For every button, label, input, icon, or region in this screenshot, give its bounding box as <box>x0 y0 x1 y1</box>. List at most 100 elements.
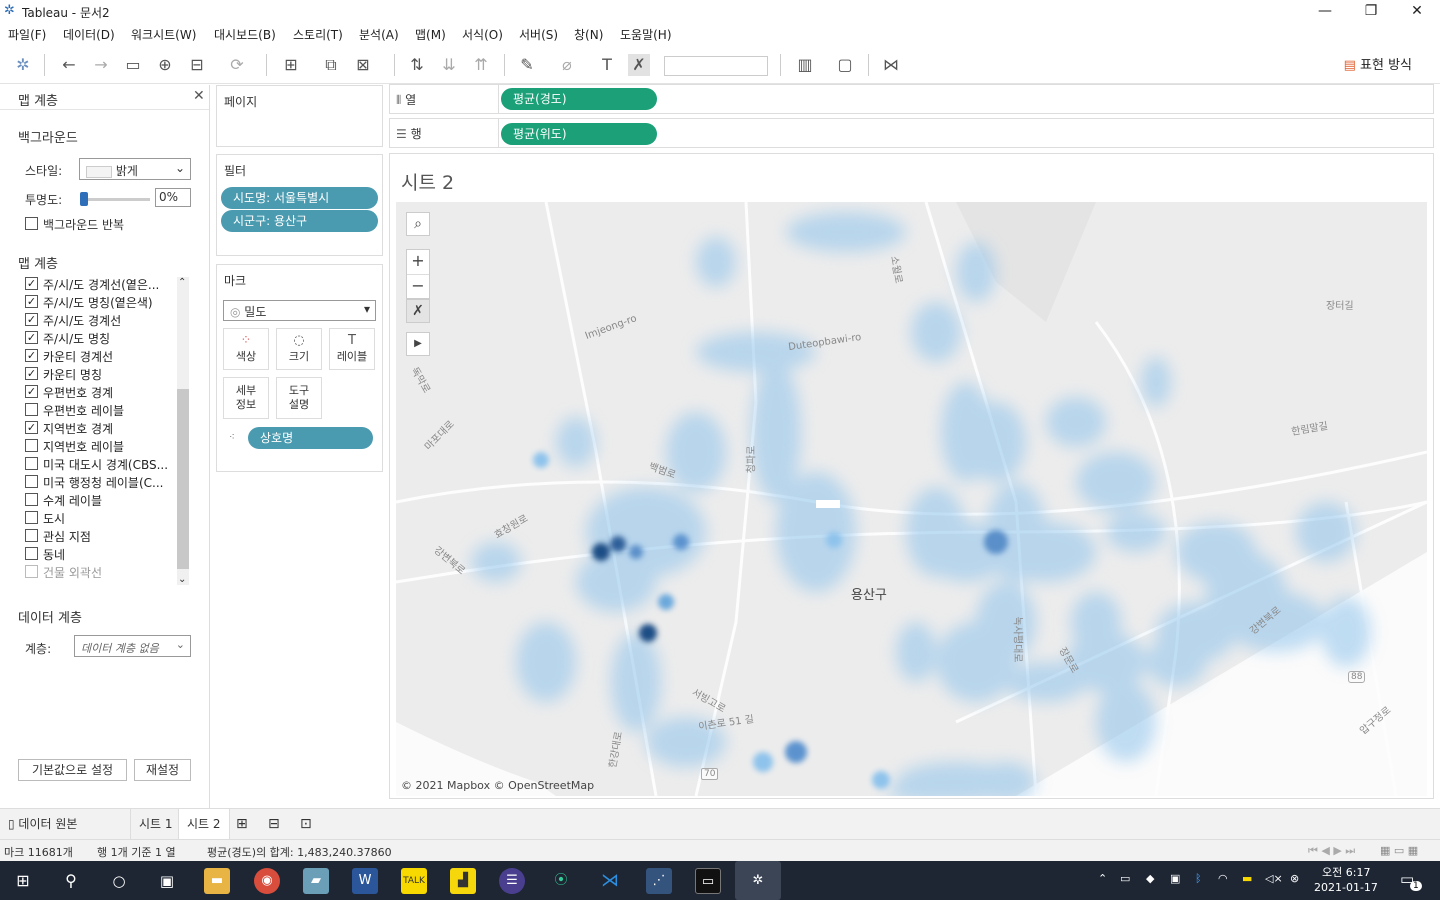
refresh-icon[interactable]: ⟳ <box>226 54 248 76</box>
share-icon[interactable]: ⋈ <box>880 54 902 76</box>
map-search-icon[interactable]: ⌕ <box>406 212 430 236</box>
columns-pill[interactable]: 평균(경도) <box>501 88 657 110</box>
layer-checkbox[interactable]: ✓ <box>25 421 38 434</box>
redo-icon[interactable]: → <box>90 54 112 76</box>
menu-data[interactable]: 데이터(D) <box>63 26 115 43</box>
layers-scrollbar[interactable]: ⌃ ⌄ <box>177 277 189 585</box>
sort-desc-icon[interactable]: ⇈ <box>470 54 492 76</box>
layer-checkbox[interactable]: ✓ <box>25 277 38 290</box>
scroll-down-icon[interactable]: ⌄ <box>178 574 186 585</box>
tray-chevron-icon[interactable]: ⌃ <box>1098 872 1107 885</box>
group-icon[interactable]: ⌀ <box>556 54 578 76</box>
layer-checkbox[interactable]: ✓ <box>25 313 38 326</box>
pages-card[interactable]: 페이지 <box>216 85 383 147</box>
menu-map[interactable]: 맵(M) <box>415 26 446 43</box>
menu-file[interactable]: 파일(F) <box>8 26 46 43</box>
fix-axes-icon[interactable]: ✗ <box>628 54 650 76</box>
tableau-taskbar-icon[interactable]: ✲ <box>735 861 781 900</box>
field-pill-store-name[interactable]: 상호명 <box>248 427 373 449</box>
tray-app-icon[interactable]: ▣ <box>1170 872 1180 885</box>
duplicate-sheet-icon[interactable]: ⧉ <box>320 54 342 76</box>
layer-checkbox[interactable] <box>25 493 38 506</box>
tab-sheet-1[interactable]: 시트 1 <box>130 809 181 840</box>
kakaotalk-icon[interactable]: TALK <box>401 868 427 894</box>
kakaotalk-tray-icon[interactable]: ▬ <box>1242 872 1252 885</box>
label-button[interactable]: T 레이블 <box>329 328 375 370</box>
show-cards-icon[interactable]: ▥ <box>794 54 816 76</box>
repeat-background-checkbox[interactable] <box>25 217 38 230</box>
menu-format[interactable]: 서식(O) <box>462 26 503 43</box>
layer-checkbox[interactable] <box>25 403 38 416</box>
layer-checkbox[interactable] <box>25 511 38 524</box>
opacity-input[interactable]: 0% <box>155 188 191 207</box>
clear-sheet-icon[interactable]: ⊠ <box>352 54 374 76</box>
opacity-slider-track[interactable] <box>80 198 150 201</box>
tab-sheet-2[interactable]: 시트 2 <box>178 809 230 840</box>
opacity-slider-handle[interactable] <box>80 192 88 206</box>
show-labels-icon[interactable]: T <box>596 54 618 76</box>
new-dashboard-tab-icon[interactable]: ⊟ <box>260 809 288 840</box>
task-view-icon[interactable]: ▣ <box>154 868 180 894</box>
layer-checkbox[interactable] <box>25 547 38 560</box>
show-me-button[interactable]: ▤ 표현 방식 <box>1344 54 1412 73</box>
layer-checkbox[interactable] <box>25 475 38 488</box>
sticky-notes-icon[interactable]: ▟ <box>450 868 476 894</box>
mark-type-dropdown[interactable]: ◎ 밀도 ▾ <box>223 300 376 321</box>
tooltip-button[interactable]: 도구 설명 <box>276 377 322 419</box>
menu-window[interactable]: 창(N) <box>574 26 603 43</box>
menu-server[interactable]: 서버(S) <box>519 26 558 43</box>
menu-worksheet[interactable]: 워크시트(W) <box>131 26 196 43</box>
menu-help[interactable]: 도움말(H) <box>620 26 672 43</box>
expand-toolbar-icon[interactable]: ▶ <box>406 332 430 356</box>
tableau-icon[interactable]: ✲ <box>12 54 34 76</box>
windows-start-icon[interactable]: ⊞ <box>10 868 36 894</box>
wifi-icon[interactable]: ◠ <box>1218 872 1228 885</box>
new-datasource-icon[interactable]: ⊕ <box>154 54 176 76</box>
data-layer-dropdown[interactable]: 데이터 계층 없음 ⌄ <box>74 635 191 657</box>
pause-updates-icon[interactable]: ⊟ <box>186 54 208 76</box>
scroll-up-icon[interactable]: ⌃ <box>178 277 186 288</box>
layer-checkbox[interactable]: ✓ <box>25 331 38 344</box>
filters-card[interactable]: 필터 시도명: 서울특별시 시군구: 용산구 <box>216 154 383 256</box>
cortana-icon[interactable]: ○ <box>106 868 132 894</box>
layer-checkbox[interactable] <box>25 529 38 542</box>
presentation-icon[interactable]: ▢ <box>834 54 856 76</box>
bluetooth-icon[interactable]: ᛒ <box>1195 872 1202 885</box>
eclipse-icon[interactable]: ☰ <box>499 868 525 894</box>
layer-checkbox[interactable] <box>25 439 38 452</box>
fix-zoom-icon[interactable]: ✗ <box>406 299 430 323</box>
save-icon[interactable]: ▭ <box>122 54 144 76</box>
data-source-tab[interactable]: ▯ 데이터 원본 <box>0 809 85 840</box>
tray-close-icon[interactable]: ⊗ <box>1290 872 1299 885</box>
close-icon[interactable]: ✕ <box>1394 0 1440 22</box>
undo-icon[interactable]: ← <box>58 54 80 76</box>
rows-pill[interactable]: 평균(위도) <box>501 123 657 145</box>
menu-analysis[interactable]: 분석(A) <box>359 26 399 43</box>
sort-asc-icon[interactable]: ⇊ <box>438 54 460 76</box>
new-worksheet-icon[interactable]: ⊞ <box>280 54 302 76</box>
detail-button[interactable]: 세부 정보 <box>223 377 269 419</box>
tab-nav-icon[interactable]: ⏮ ◀ ▶ ⏭ <box>1308 844 1355 858</box>
word-icon[interactable]: W <box>352 868 378 894</box>
tray-app-icon[interactable]: ◆ <box>1146 872 1154 885</box>
color-button[interactable]: ⁘ 색상 <box>223 328 269 370</box>
style-dropdown[interactable]: 밝게 ⌄ <box>79 158 191 180</box>
layer-checkbox[interactable]: ✓ <box>25 349 38 362</box>
mysql-workbench-icon[interactable]: ⋰ <box>646 868 672 894</box>
close-panel-icon[interactable]: ✕ <box>193 88 205 104</box>
size-button[interactable]: ◌ 크기 <box>276 328 322 370</box>
app-icon[interactable]: ▰ <box>303 868 329 894</box>
highlight-icon[interactable]: ✎ <box>516 54 538 76</box>
set-default-button[interactable]: 기본값으로 설정 <box>18 759 127 781</box>
layer-checkbox[interactable]: ✓ <box>25 295 38 308</box>
zoom-out-icon[interactable]: − <box>407 274 429 298</box>
map-view[interactable]: 용산구 Imjeong-ro Duteopbawi-ro 백범로 청파로 효창원… <box>396 202 1427 796</box>
reset-button[interactable]: 재설정 <box>134 759 191 781</box>
maps-icon[interactable]: ⦿ <box>548 868 574 894</box>
layer-checkbox[interactable] <box>25 457 38 470</box>
new-story-tab-icon[interactable]: ⊡ <box>292 809 320 840</box>
swap-icon[interactable]: ⇅ <box>406 54 428 76</box>
minimize-icon[interactable]: — <box>1302 0 1348 22</box>
layer-checkbox[interactable]: ✓ <box>25 385 38 398</box>
volume-icon[interactable]: ◁× <box>1265 872 1283 885</box>
